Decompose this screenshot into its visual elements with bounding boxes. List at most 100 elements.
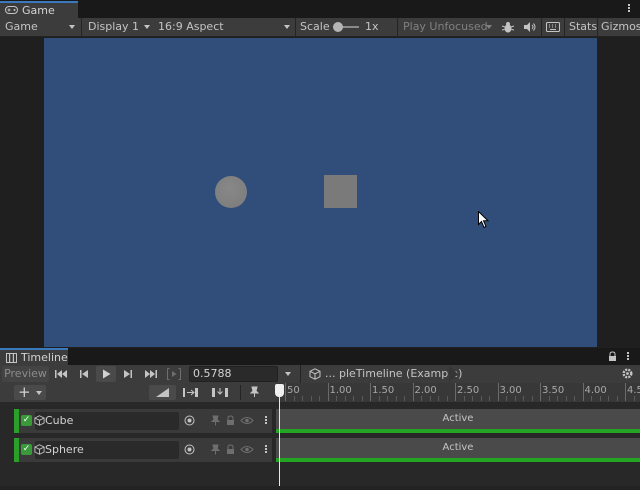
scale-slider-thumb[interactable] (333, 22, 343, 32)
ruler-minor-tick (361, 396, 363, 401)
visibility-eye-icon[interactable] (240, 445, 254, 454)
ruler-minor-tick (446, 396, 448, 401)
keyboard-icon[interactable] (546, 22, 560, 32)
display-dropdown[interactable]: Display 1 (88, 18, 152, 36)
timeline-tab-strip: Timeline (0, 348, 640, 365)
game-tab[interactable]: Game (0, 1, 78, 18)
ruler-major-tick (327, 383, 329, 401)
track-row-sphere[interactable]: ✓ Sphere (14, 438, 272, 462)
track-enabled-checkbox[interactable]: ✓ (21, 444, 32, 455)
track-lock-icon[interactable] (226, 444, 235, 455)
ruler-minor-tick (421, 396, 422, 401)
game-panel-menu-icon[interactable] (627, 3, 631, 14)
time-format-dropdown[interactable] (285, 372, 291, 376)
go-to-start-icon[interactable] (54, 368, 68, 380)
ruler-minor-tick (319, 396, 320, 401)
gamepad-icon (5, 6, 18, 14)
clip-active-bar (276, 429, 640, 433)
play-mode-dropdown[interactable]: Play Unfocused (403, 18, 495, 36)
aspect-dropdown[interactable]: 16:9 Aspect (158, 18, 292, 36)
stats-button[interactable]: Stats (569, 18, 597, 36)
object-picker-icon[interactable] (184, 444, 195, 455)
playhead-handle[interactable] (275, 384, 284, 397)
clip-label: Active (442, 413, 474, 424)
bug-icon[interactable] (501, 21, 515, 34)
ruler-minor-tick (472, 396, 473, 401)
activation-clip-cube[interactable]: Active (276, 409, 640, 433)
ruler-major-tick (582, 383, 584, 401)
timeline-toolbar: Preview 0.5788 ... pleTimeline (Example) (0, 365, 640, 383)
track-name-label: Cube (45, 414, 74, 427)
ruler-tick-label: 1.00 (329, 385, 352, 396)
ruler-minor-tick (489, 396, 490, 401)
ruler-minor-tick (438, 396, 439, 401)
breadcrumb-arrow-icon (449, 365, 458, 383)
track-lock-icon[interactable] (226, 415, 235, 426)
timeline-asset-breadcrumb[interactable]: ... pleTimeline (Example) (325, 365, 462, 383)
display-label: Display 1 (88, 20, 140, 33)
ruler-minor-tick (302, 396, 303, 401)
track-menu-icon[interactable] (264, 444, 268, 455)
timeline-tab[interactable]: Timeline (0, 348, 68, 365)
ruler-minor-tick (591, 396, 592, 401)
audio-icon[interactable] (523, 21, 536, 33)
replace-mode-icon[interactable] (211, 387, 229, 398)
timeline-panel-menu-icon[interactable] (626, 351, 630, 362)
snap-pin-icon[interactable] (249, 386, 260, 398)
ruler-minor-tick (599, 396, 601, 401)
lock-icon[interactable] (608, 351, 617, 362)
go-to-end-icon[interactable] (144, 368, 159, 380)
ruler-minor-tick (565, 396, 567, 401)
timeline-tab-label: Timeline (21, 351, 68, 364)
pin-icon[interactable] (211, 444, 220, 455)
track-headers: ✓ Cube ✓ Sphere (0, 402, 276, 490)
object-picker-icon[interactable] (184, 415, 195, 426)
game-tab-strip: Game (0, 0, 640, 18)
track-color-bar (14, 409, 19, 433)
ruler-minor-tick (463, 396, 465, 401)
playhead-line (279, 395, 280, 490)
gizmos-button[interactable]: Gizmos (601, 18, 640, 36)
game-view[interactable] (44, 38, 597, 347)
clip-edit-mode-button[interactable] (149, 385, 176, 400)
ruler-minor-tick (523, 396, 524, 401)
view-mode-dropdown[interactable]: Game (5, 18, 77, 36)
ruler-major-tick (625, 383, 626, 401)
preview-button[interactable]: Preview (2, 366, 49, 382)
ruler-minor-tick (514, 396, 516, 401)
chevron-down-icon (36, 391, 42, 395)
track-row-cube[interactable]: ✓ Cube (14, 409, 272, 433)
track-name-label: Sphere (45, 443, 84, 456)
ripple-mode-icon[interactable] (182, 387, 199, 398)
track-enabled-checkbox[interactable]: ✓ (21, 415, 32, 426)
scale-label: Scale (300, 20, 330, 33)
activation-clip-sphere[interactable]: Active (276, 438, 640, 462)
add-track-button[interactable]: + (14, 383, 46, 401)
clip-active-bar (276, 458, 640, 462)
ruler-minor-tick (293, 396, 295, 401)
settings-gear-icon[interactable] (621, 367, 634, 380)
ruler-minor-tick (395, 396, 397, 401)
cube-object-icon (34, 415, 45, 426)
previous-frame-icon[interactable] (78, 368, 90, 380)
play-range-icon[interactable] (166, 367, 182, 381)
frame-time-input[interactable]: 0.5788 (189, 366, 278, 382)
ruler-tick-label: 1.50 (372, 385, 395, 396)
next-frame-icon[interactable] (122, 368, 134, 380)
ruler-minor-tick (344, 396, 346, 401)
track-menu-icon[interactable] (264, 415, 268, 426)
ruler-major-tick (370, 383, 371, 401)
play-button[interactable] (96, 366, 116, 382)
play-icon (103, 369, 111, 379)
game-tab-label: Game (22, 4, 55, 17)
time-ruler[interactable]: 50 1.00 1.50 2.00 2.50 3.00 3.50 4.00 4.50 (276, 383, 640, 402)
mix-icon (156, 388, 169, 397)
ruler-minor-tick (506, 396, 507, 401)
pin-icon[interactable] (211, 415, 220, 426)
ruler-major-tick (285, 383, 286, 401)
ruler-tick-label: 3.50 (542, 385, 565, 396)
mouse-cursor-icon (478, 211, 490, 229)
ruler-tick-label: 3.00 (499, 385, 522, 396)
ruler-minor-tick (616, 396, 618, 401)
visibility-eye-icon[interactable] (240, 416, 254, 425)
